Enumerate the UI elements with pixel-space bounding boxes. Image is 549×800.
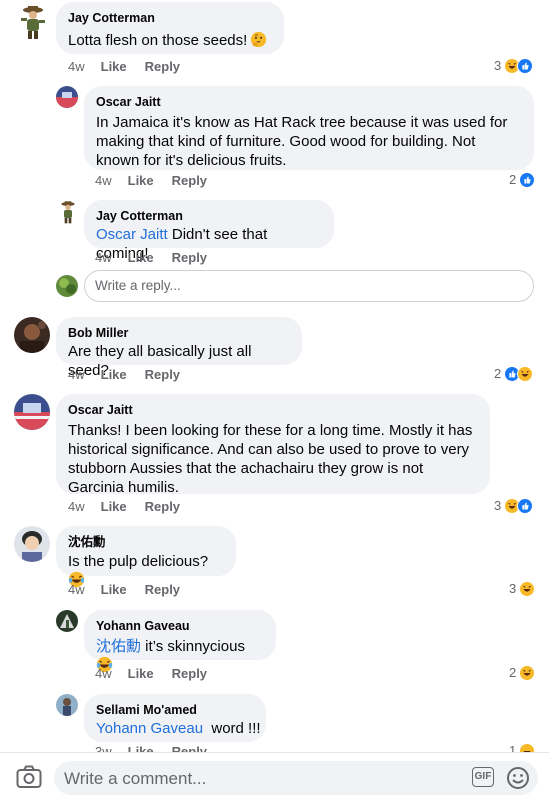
reply-button[interactable]: Reply <box>145 499 180 514</box>
reply-button[interactable]: Reply <box>172 744 207 752</box>
avatar[interactable] <box>18 4 48 40</box>
haha-reaction-icon <box>519 743 536 752</box>
comment-meta: 4w Like Reply <box>68 582 180 598</box>
reaction-count: 3 <box>494 498 502 513</box>
mention-link[interactable]: Oscar Jaitt <box>96 226 168 243</box>
timestamp[interactable]: 4w <box>68 499 85 514</box>
gif-button[interactable]: GIF <box>472 767 494 787</box>
avatar[interactable] <box>56 610 78 632</box>
comment-text: Lotta flesh on those seeds! <box>68 31 272 50</box>
reaction-summary[interactable]: 3 <box>494 498 534 514</box>
avatar[interactable] <box>14 526 50 562</box>
timestamp[interactable]: 3w <box>95 744 112 752</box>
author-name[interactable]: Oscar Jaitt <box>68 402 478 418</box>
reaction-summary[interactable]: 2 <box>509 665 536 681</box>
mention-link[interactable]: 沈佑勳 <box>96 638 141 655</box>
comment-bubble: Oscar Jaitt Thanks! I been looking for t… <box>56 394 490 496</box>
reply-button[interactable]: Reply <box>172 666 207 681</box>
reply-button[interactable]: Reply <box>172 173 207 188</box>
reaction-count: 2 <box>494 366 502 381</box>
like-button[interactable]: Like <box>101 367 127 382</box>
timestamp[interactable]: 4w <box>68 59 85 74</box>
reply-input[interactable]: Write a reply... <box>84 270 534 302</box>
reply-button[interactable]: Reply <box>145 582 180 597</box>
smiley-icon[interactable] <box>506 766 530 790</box>
like-button[interactable]: Like <box>101 59 127 74</box>
current-user-avatar <box>56 275 78 297</box>
comment-bubble: Yohann Gaveau 沈佑勳 it’s skinnycious <box>84 610 276 673</box>
avatar[interactable] <box>14 394 50 430</box>
author-name[interactable]: 沈佑勳 <box>68 534 224 550</box>
timestamp[interactable]: 4w <box>68 582 85 597</box>
comment-composer: Write a comment... GIF <box>0 752 549 800</box>
mention-link[interactable]: Yohann Gaveau <box>96 720 203 737</box>
like-button[interactable]: Like <box>128 666 154 681</box>
like-reaction-icon <box>517 498 534 514</box>
like-button[interactable]: Like <box>101 582 127 597</box>
reaction-summary[interactable]: 3 <box>509 581 536 597</box>
reply-button[interactable]: Reply <box>172 250 207 265</box>
avatar[interactable] <box>58 200 78 224</box>
reaction-summary[interactable]: 2 <box>509 172 536 188</box>
timestamp[interactable]: 4w <box>95 250 112 265</box>
timestamp[interactable]: 4w <box>95 666 112 681</box>
comment-meta: 4w Like Reply <box>95 666 207 682</box>
timestamp[interactable]: 4w <box>95 173 112 188</box>
comment-meta: 4w Like Reply <box>95 250 207 266</box>
comment-meta: 4w Like Reply <box>95 173 207 189</box>
haha-reaction-icon <box>519 581 536 597</box>
comment-bubble: Jay Cotterman Lotta flesh on those seeds… <box>56 2 284 54</box>
author-name[interactable]: Jay Cotterman <box>96 208 322 224</box>
comment-text: Thanks! I been looking for these for a l… <box>68 422 473 496</box>
comment-text: Yohann Gaveau word !!! <box>96 720 261 737</box>
reaction-summary[interactable]: 1 <box>509 743 536 752</box>
haha-reaction-icon <box>519 665 536 681</box>
like-reaction-icon <box>517 58 534 74</box>
author-name[interactable]: Bob Miller <box>68 325 290 341</box>
like-reaction-icon <box>519 172 536 188</box>
like-button[interactable]: Like <box>128 173 154 188</box>
like-button[interactable]: Like <box>128 744 154 752</box>
author-name[interactable]: Sellami Mo'amed <box>96 702 254 718</box>
comment-text: In Jamaica it's know as Hat Rack tree be… <box>96 114 508 169</box>
comment-meta: 3w Like Reply <box>95 744 207 752</box>
reply-button[interactable]: Reply <box>145 367 180 382</box>
author-name[interactable]: Jay Cotterman <box>68 10 272 26</box>
comment-input[interactable]: Write a comment... GIF <box>54 761 538 795</box>
comment-bubble: 沈佑勳 Is the pulp delicious? <box>56 526 236 588</box>
comment-bubble: Jay Cotterman Oscar Jaitt Didn't see tha… <box>84 200 334 262</box>
timestamp[interactable]: 4w <box>68 367 85 382</box>
avatar[interactable] <box>56 694 78 716</box>
avatar[interactable] <box>14 317 50 353</box>
reaction-count: 2 <box>509 665 517 680</box>
author-name[interactable]: Oscar Jaitt <box>96 94 522 110</box>
comment-placeholder: Write a comment... <box>64 769 207 788</box>
comment-bubble: Sellami Mo'amed Yohann Gaveau word !!! <box>84 694 266 742</box>
comment-meta: 4w Like Reply <box>68 59 180 75</box>
reaction-summary[interactable]: 3 <box>494 58 534 74</box>
reaction-count: 3 <box>494 58 502 73</box>
comment-meta: 4w Like Reply <box>68 367 180 383</box>
reaction-count: 2 <box>509 172 517 187</box>
haha-reaction-icon <box>517 366 534 382</box>
reaction-count: 3 <box>509 581 517 596</box>
comment-bubble: Oscar Jaitt In Jamaica it's know as Hat … <box>84 86 534 170</box>
thinking-face-icon <box>250 31 267 48</box>
camera-icon[interactable] <box>16 765 42 789</box>
avatar[interactable] <box>56 86 78 108</box>
like-button[interactable]: Like <box>101 499 127 514</box>
comment-feed: Jay Cotterman Lotta flesh on those seeds… <box>0 0 549 752</box>
comment-bubble: Bob Miller Are they all basically just a… <box>56 317 302 379</box>
reply-button[interactable]: Reply <box>145 59 180 74</box>
author-name[interactable]: Yohann Gaveau <box>96 618 264 634</box>
reaction-count: 1 <box>509 743 517 752</box>
like-button[interactable]: Like <box>128 250 154 265</box>
reaction-summary[interactable]: 2 <box>494 366 534 382</box>
comment-meta: 4w Like Reply <box>68 499 180 515</box>
